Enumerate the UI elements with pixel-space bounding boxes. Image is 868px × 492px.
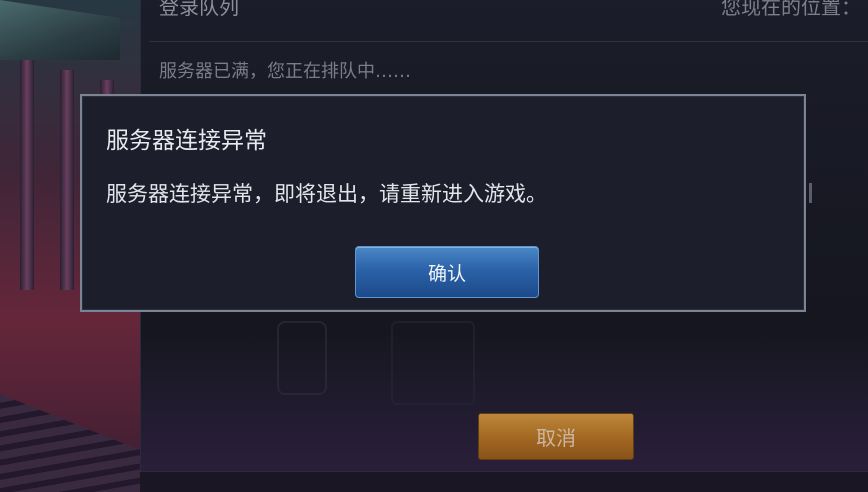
building-stairs [0, 394, 140, 492]
building-roof [0, 0, 120, 60]
cancel-button[interactable]: 取消 [478, 413, 634, 460]
hero-card-icon [391, 321, 475, 405]
dialog-message: 服务器连接异常，即将退出，请重新进入游戏。 [106, 182, 547, 206]
queue-title: 登录队列 [159, 0, 239, 19]
building-pillar [60, 70, 74, 290]
building-pillar [20, 60, 34, 290]
hero-portrait-icon [277, 321, 327, 395]
queue-status-text: 服务器已满，您正在排队中…… [159, 61, 411, 82]
connection-error-dialog: 服务器连接异常 服务器连接异常，即将退出，请重新进入游戏。 确认 [80, 94, 806, 312]
confirm-button[interactable]: 确认 [355, 246, 539, 298]
dialog-title: 服务器连接异常 [106, 128, 267, 154]
queue-position-label: 您现在的位置： [721, 0, 861, 19]
divider [149, 41, 868, 42]
scrollbar-thumb[interactable] [809, 183, 812, 203]
